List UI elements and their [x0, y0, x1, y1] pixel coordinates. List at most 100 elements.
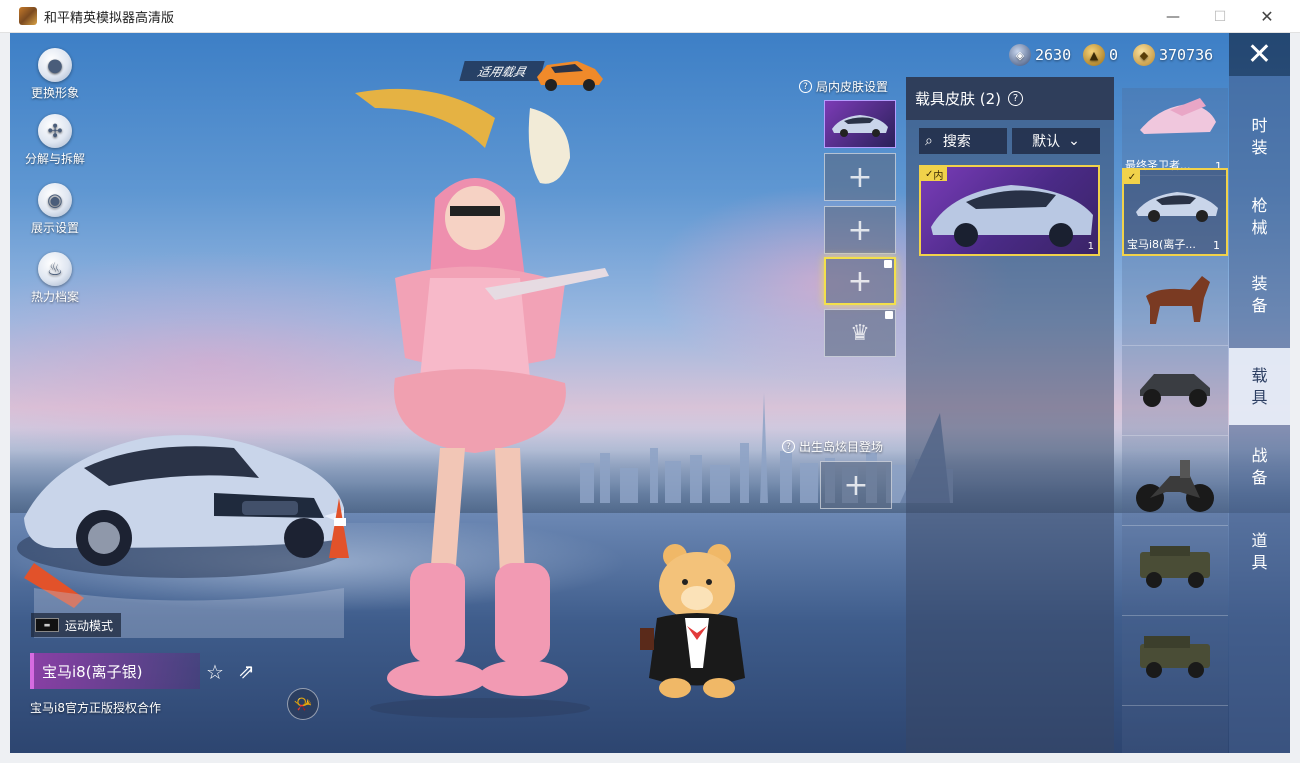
skin-slot-3[interactable]: +: [824, 206, 896, 254]
eye-icon: ◉: [38, 183, 72, 217]
skin-slot-5[interactable]: ♛: [824, 309, 896, 357]
island-entrance-slot[interactable]: +: [820, 461, 892, 509]
tab-battle-gear-char2: 备: [1251, 467, 1268, 487]
tab-vehicles-char1: 载: [1251, 365, 1268, 385]
vehicle-name-bar: 宝马i8(离子银): [30, 653, 200, 689]
flame-icon: ♨: [38, 252, 72, 286]
skin-panel-title: 载具皮肤 (2): [915, 90, 1002, 108]
horse-icon: [1146, 276, 1210, 324]
chevron-down-icon: ⌄: [1068, 133, 1080, 149]
lock-icon: [884, 260, 892, 268]
sport-mode-icon: ▬: [35, 618, 59, 632]
display-settings-button[interactable]: ◉ 展示设置: [10, 183, 100, 236]
vehicle-list-item[interactable]: [1122, 258, 1228, 346]
vehicle-name: 宝马i8(离子...: [1127, 238, 1196, 251]
help-icon[interactable]: ?: [1008, 91, 1024, 106]
skin-card-car-art: [931, 185, 1093, 247]
skin-slot-1[interactable]: [824, 100, 896, 148]
heat-archive-button[interactable]: ♨ 热力档案: [10, 252, 100, 305]
change-avatar-label: 更换形象: [30, 86, 79, 100]
vehicle-list-item-selected[interactable]: ✓ 宝马i8(离子... 1: [1122, 168, 1228, 256]
vehicle-list-item[interactable]: [1122, 438, 1228, 526]
skin-sort-dropdown[interactable]: 默认 ⌄: [1012, 128, 1100, 154]
sport-mode-label: 运动模式: [65, 618, 114, 633]
close-icon[interactable]: ✕: [1229, 33, 1290, 76]
tab-items-char2: 具: [1251, 552, 1268, 572]
window-left-edge: [0, 33, 10, 763]
share-icon[interactable]: ⇗: [238, 659, 255, 683]
heat-archive-label: 热力档案: [30, 290, 79, 304]
coupon-icon: ◈: [1009, 44, 1031, 66]
tab-firearms[interactable]: 枪 械: [1229, 178, 1290, 255]
vehicle-count: 1: [1213, 239, 1220, 252]
minimize-button[interactable]: —: [1150, 0, 1196, 33]
change-avatar-button[interactable]: ● 更换形象: [10, 48, 100, 101]
maximize-button[interactable]: ☐: [1197, 0, 1243, 33]
game-viewport: ● 更换形象 ✣ 分解与拆解 ◉ 展示设置 ♨ 热力档案 适用载具 ◈ 2630…: [10, 33, 1290, 753]
tab-equipment-char2: 备: [1251, 295, 1268, 315]
skin-card-count: 1: [1087, 241, 1094, 252]
vehicle-list-item[interactable]: [1122, 528, 1228, 616]
window-right-edge: [1290, 33, 1300, 763]
search-icon: ⌕: [925, 133, 933, 149]
star-icon[interactable]: ☆: [206, 660, 224, 684]
sort-label: 默认: [1032, 134, 1061, 150]
currency-gold: ◆ 370736: [1133, 43, 1213, 67]
currency-medal: ▲ 0: [1083, 43, 1118, 67]
skin-panel-header: 载具皮肤 (2) ?: [906, 77, 1114, 120]
display-settings-label: 展示设置: [30, 221, 79, 235]
disassemble-button[interactable]: ✣ 分解与拆解: [10, 114, 100, 167]
bear-companion-art: [640, 544, 745, 698]
island-entrance-text: 出生岛炫目登场: [799, 440, 884, 454]
tab-fashion-char2: 装: [1251, 137, 1268, 157]
skin-slot-4[interactable]: +: [824, 257, 896, 305]
vehicle-list: 最终圣卫者... 1 ✓ 宝马i8(离子... 1: [1122, 88, 1228, 753]
in-match-skin-settings-label[interactable]: ? 局内皮肤设置: [799, 78, 888, 95]
motorcycle-icon: [1136, 460, 1214, 512]
medal-value: 0: [1109, 46, 1119, 64]
sport-mode-toggle[interactable]: ▬ 运动模式: [31, 613, 121, 637]
vehicle-thumb-bmw: [1136, 192, 1218, 222]
in-match-tag-text: 内: [933, 170, 944, 182]
character-art: [355, 88, 609, 718]
gold-coin-icon: ◆: [1133, 44, 1155, 66]
in-match-skin-settings-text: 局内皮肤设置: [816, 80, 889, 94]
avatar-icon: ●: [38, 48, 72, 82]
vehicle-list-item[interactable]: [1122, 618, 1228, 706]
island-entrance-label[interactable]: ? 出生岛炫目登场: [782, 438, 883, 455]
tab-fashion[interactable]: 时 装: [1229, 98, 1290, 175]
app-icon: [19, 7, 37, 25]
vehicle-list-item[interactable]: 最终圣卫者... 1: [1122, 88, 1228, 176]
currency-coupon: ◈ 2630: [1009, 43, 1071, 67]
vehicle-skin-panel: 载具皮肤 (2) ? ⌕ 搜索 默认 ⌄ ✓ 内 1: [906, 77, 1114, 753]
in-match-tag: ✓ 内: [921, 167, 948, 182]
puzzle-icon: ✣: [38, 114, 72, 148]
search-label: 搜索: [942, 134, 971, 150]
gold-value: 370736: [1159, 46, 1214, 64]
category-tabs: 时 装 枪 械 装 备 载 具 战 备 道 具: [1229, 76, 1290, 753]
jeep-icon: [1140, 546, 1210, 588]
tab-firearms-char1: 枪: [1251, 195, 1268, 215]
skin-slot-2[interactable]: +: [824, 153, 896, 201]
tab-firearms-char2: 械: [1251, 217, 1268, 237]
tab-vehicles[interactable]: 载 具: [1229, 348, 1290, 425]
bmw-i8-vehicle-art: [17, 435, 349, 638]
help-icon: ?: [782, 440, 795, 453]
help-icon: ?: [799, 80, 812, 93]
tab-equipment[interactable]: 装 备: [1229, 256, 1290, 333]
license-text: 宝马i8官方正版授权合作: [30, 701, 161, 715]
tab-items[interactable]: 道 具: [1229, 513, 1290, 590]
fit-vehicle-thumbnail[interactable]: [533, 53, 605, 93]
disassemble-label: 分解与拆解: [24, 152, 85, 166]
tab-equipment-char1: 装: [1251, 273, 1268, 293]
vehicle-list-item[interactable]: [1122, 348, 1228, 436]
skin-search-button[interactable]: ⌕ 搜索: [919, 128, 1007, 154]
window-title: 和平精英模拟器高清版: [44, 10, 175, 26]
skin-card-bmw-i8[interactable]: ✓ 内 1: [919, 165, 1100, 256]
horn-icon[interactable]: 📯: [287, 688, 319, 720]
skin-slot-car-thumbnail: [832, 115, 888, 137]
lock-icon: [885, 311, 893, 319]
uaz-icon: [1140, 636, 1210, 678]
window-close-button[interactable]: ✕: [1244, 0, 1290, 33]
tab-battle-gear[interactable]: 战 备: [1229, 428, 1290, 505]
